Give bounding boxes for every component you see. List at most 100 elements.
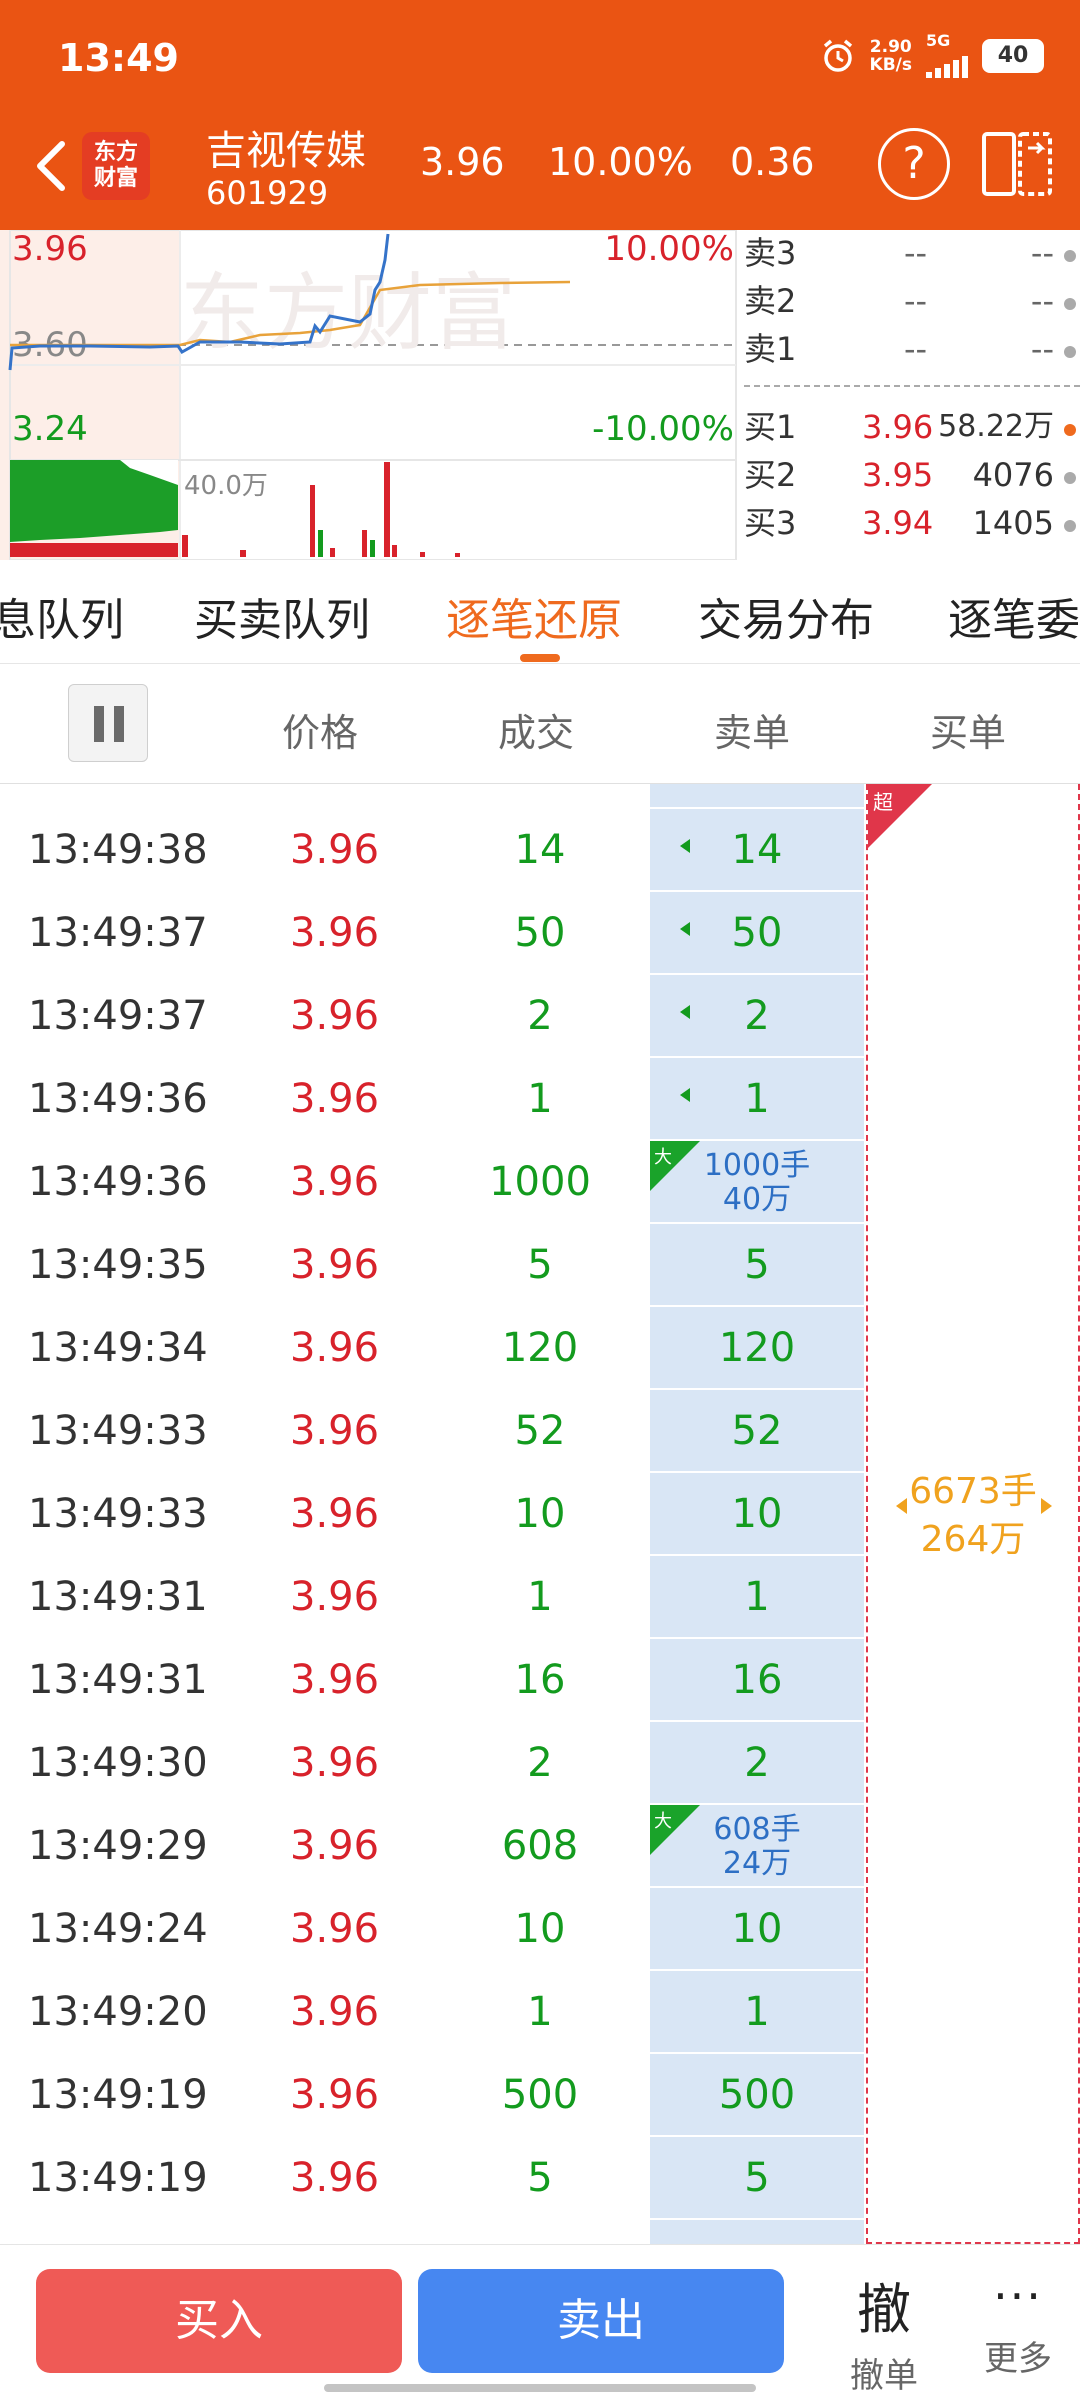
table-row[interactable]: 13:49:19 3.96 5 5	[0, 2137, 1080, 2220]
sell-order-cell: 1	[650, 1971, 864, 2054]
price-top-label: 3.96	[12, 230, 88, 269]
tab-info-queue[interactable]: 息队列	[0, 584, 124, 648]
bid-label: 买3	[744, 504, 797, 542]
brand-logo: 东方 财富	[82, 132, 150, 200]
trade-time: 13:49:29	[28, 1823, 208, 1869]
table-row-partial: 13:49:403.9611 11	[0, 784, 1080, 809]
table-row[interactable]: 13:49:33 3.96 10 10	[0, 1473, 1080, 1556]
ask-label: 卖1	[744, 330, 797, 368]
trade-volume: 16	[514, 1657, 566, 1703]
pct-top-label: 10.00%	[604, 230, 734, 269]
trade-time: 13:49:37	[28, 910, 208, 956]
trade-volume: 120	[501, 1325, 579, 1371]
stock-code: 601929	[206, 174, 329, 212]
sell-order-volume: 5	[744, 1242, 770, 1288]
sell-order-volume: 2	[744, 993, 770, 1039]
stock-name[interactable]: 吉视传媒	[206, 118, 366, 176]
sell-order-cell: 大 608手 24万	[650, 1805, 864, 1888]
trade-list[interactable]: 超 6673手 264万 13:49:403.9611 11 13:49:383…	[0, 784, 1080, 2244]
pause-icon-bar	[114, 706, 124, 742]
big-order-lots: 1000手	[703, 1148, 811, 1183]
table-row[interactable]: 13:49:35 3.96 5 5	[0, 1224, 1080, 1307]
trade-price: 3.96	[290, 1242, 380, 1288]
table-row[interactable]: 13:49:19 3.96 500 500	[0, 2054, 1080, 2137]
ask-volume: --	[1030, 234, 1054, 272]
trade-time: 13:49:33	[28, 1491, 208, 1537]
buy-button[interactable]: 买入	[36, 2269, 402, 2373]
back-icon[interactable]	[22, 134, 86, 198]
action-bar: 买入 卖出 撤 撤单 ··· 更多	[0, 2244, 1080, 2400]
more-button[interactable]: ··· 更多	[980, 2265, 1056, 2380]
alarm-icon	[823, 39, 852, 72]
ask-dot	[1064, 250, 1076, 262]
sell-order-cell: 2	[650, 1722, 864, 1805]
trade-price: 3.96	[290, 993, 380, 1039]
bid-label: 买1	[744, 408, 797, 446]
ask-volume: --	[1030, 330, 1054, 368]
table-row[interactable]: 13:49:37 3.96 50 50	[0, 892, 1080, 975]
sell-order-volume: 120	[718, 1325, 796, 1371]
sell-order-volume: 16	[731, 1657, 783, 1703]
cancel-order-button[interactable]: 撤 撤单	[848, 2265, 920, 2397]
battery-icon: 40	[982, 39, 1044, 73]
price-bottom-label: 3.24	[12, 409, 88, 449]
tab-trade-distribution[interactable]: 交易分布	[698, 584, 874, 648]
ask-row: 卖3 -- --	[744, 230, 1080, 276]
layout-toggle-icon[interactable]	[980, 126, 1054, 200]
trade-price: 3.96	[290, 1906, 380, 1952]
table-row[interactable]: 13:49:37 3.96 2 2	[0, 975, 1080, 1058]
bid-row: 买1 3.96 58.22万	[744, 404, 1080, 450]
stock-change-amt: 0.36	[730, 140, 815, 184]
table-row[interactable]: 13:49:38 3.96 14 14	[0, 809, 1080, 892]
sell-button[interactable]: 卖出	[418, 2269, 784, 2373]
trade-time: 13:49:19	[28, 2072, 208, 2118]
trade-time: 13:49:20	[28, 1989, 208, 2035]
trade-volume: 10	[514, 1491, 566, 1537]
table-row[interactable]: 13:49:36 3.96 1000 大 1000手 40万	[0, 1141, 1080, 1224]
big-order-amount: 24万	[722, 1846, 792, 1881]
sell-order-cell: 5	[650, 1224, 864, 1307]
bid-volume: 1405	[972, 504, 1054, 542]
table-row[interactable]: 13:49:34 3.96 120 120	[0, 1307, 1080, 1390]
order-book: 卖3 -- -- 卖2 -- -- 卖1 -- -- 买1 3.96 58.22…	[744, 230, 1080, 560]
trade-price: 3.96	[290, 1657, 380, 1703]
trade-time: 13:49:31	[28, 1574, 208, 1620]
trade-time: 13:49:38	[28, 827, 208, 873]
status-time: 13:49	[58, 36, 179, 80]
ask-label: 卖2	[744, 282, 797, 320]
table-row[interactable]: 13:49:20 3.96 1 1	[0, 1971, 1080, 2054]
big-order-amount: 40万	[722, 1182, 792, 1217]
ask-price: --	[904, 234, 928, 272]
pause-button[interactable]	[68, 684, 148, 762]
trade-price: 3.96	[290, 910, 380, 956]
trade-time: 13:49:30	[28, 1740, 208, 1786]
table-row[interactable]: 13:49:31 3.96 1 1	[0, 1556, 1080, 1639]
table-row[interactable]: 13:49:33 3.96 52 52	[0, 1390, 1080, 1473]
sell-order-cell: 10	[650, 1888, 864, 1971]
big-order-info: 1000手 40万	[650, 1149, 864, 1217]
status-bar: 13:49 2.90 KB/s 5G 40	[0, 0, 1080, 112]
trade-volume: 5	[527, 2155, 553, 2201]
trade-time: 13:49:34	[28, 1325, 208, 1371]
tab-tick-restore[interactable]: 逐笔还原	[446, 584, 622, 648]
trade-price: 3.96	[290, 1408, 380, 1454]
table-row[interactable]: 13:49:36 3.96 1 1	[0, 1058, 1080, 1141]
table-row[interactable]: 13:49:29 3.96 608 大 608手 24万	[0, 1805, 1080, 1888]
trade-volume: 10	[514, 1906, 566, 1952]
table-row[interactable]: 13:49:30 3.96 2 2	[0, 1722, 1080, 1805]
sell-order-cell: 10	[650, 1473, 864, 1556]
table-row[interactable]: 13:49:31 3.96 16 16	[0, 1639, 1080, 1722]
sell-order-cell: 52	[650, 1390, 864, 1473]
help-button[interactable]: ?	[878, 128, 950, 200]
tab-tick-orders[interactable]: 逐笔委	[948, 584, 1080, 648]
net-speed-unit: KB/s	[869, 55, 912, 75]
sell-order-volume: 1	[744, 1989, 770, 2035]
sell-order-cell: 1	[650, 1058, 864, 1141]
big-order-info: 608手 24万	[650, 1813, 864, 1881]
trade-time: 13:49:24	[28, 1906, 208, 1952]
bid-dot	[1064, 520, 1076, 532]
tab-order-queue[interactable]: 买卖队列	[194, 584, 370, 648]
home-indicator[interactable]	[324, 2384, 756, 2392]
sell-order-volume: 10	[731, 1906, 783, 1952]
table-row[interactable]: 13:49:24 3.96 10 10	[0, 1888, 1080, 1971]
